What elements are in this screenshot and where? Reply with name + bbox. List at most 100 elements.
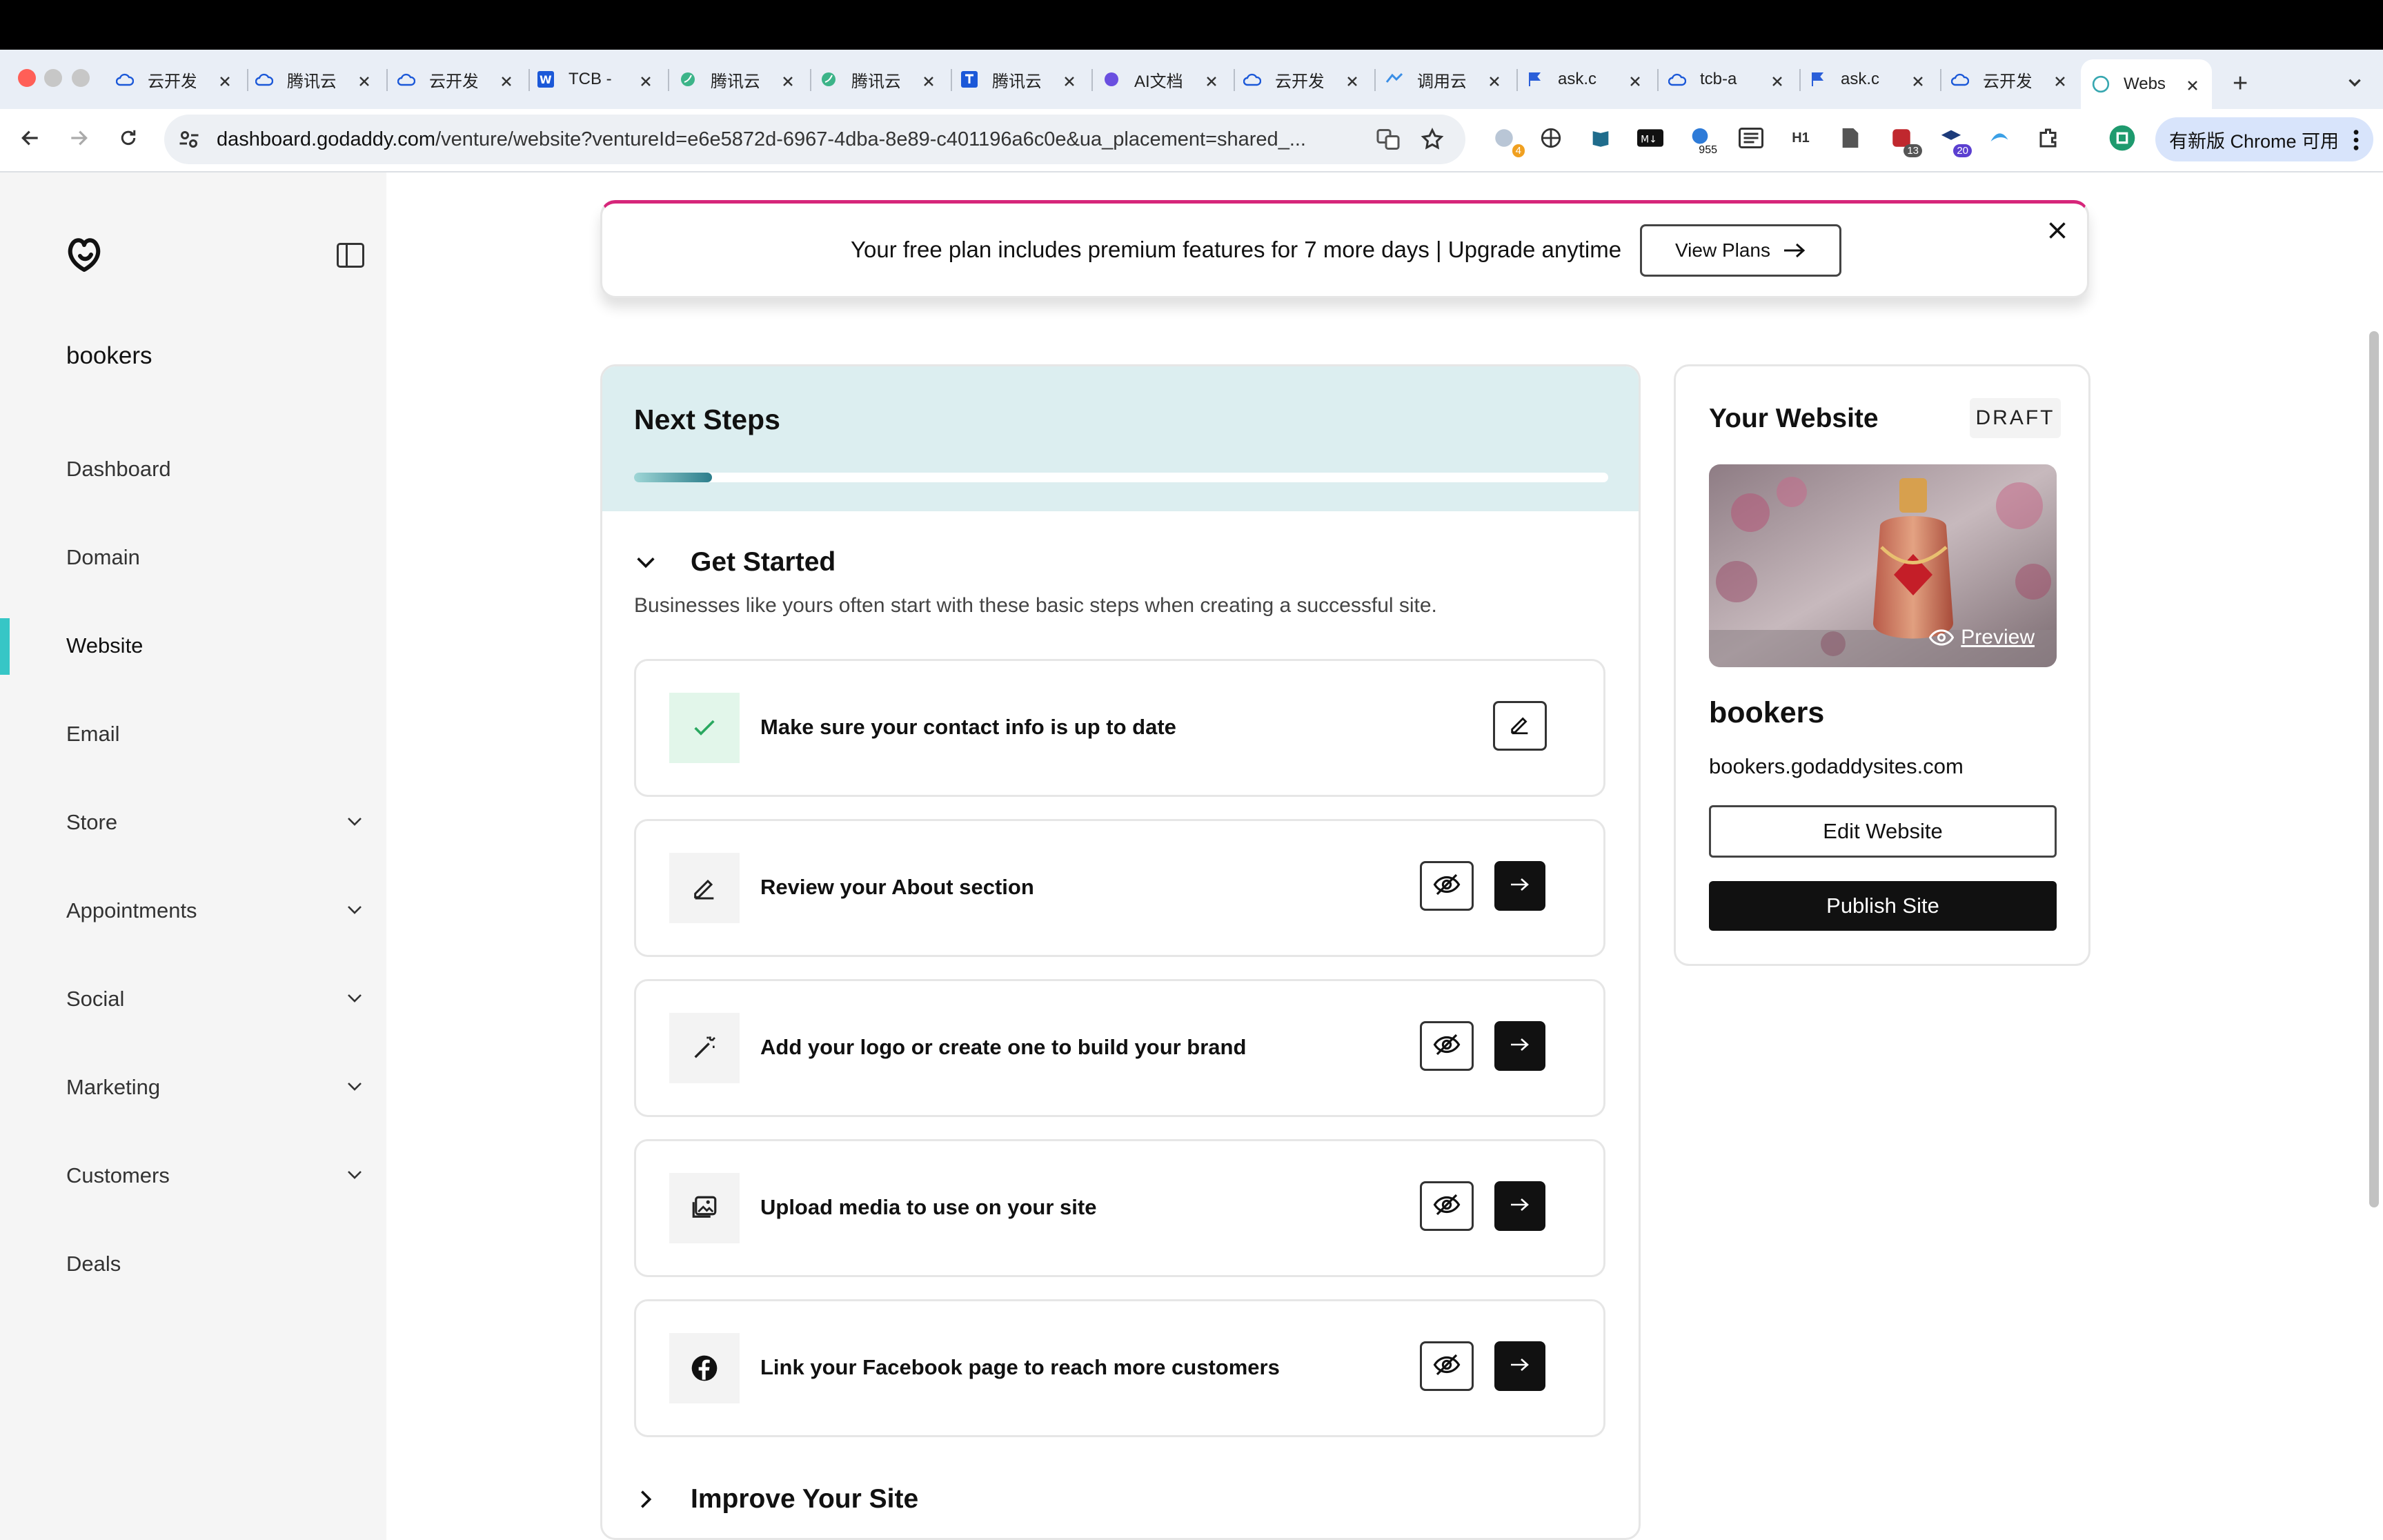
view-plans-button[interactable]: View Plans: [1640, 224, 1841, 277]
close-banner-icon[interactable]: [2048, 216, 2067, 247]
hide-step-button[interactable]: [1420, 1181, 1474, 1231]
site-thumbnail[interactable]: Preview: [1709, 464, 2057, 667]
go-to-step-button[interactable]: [1494, 1341, 1545, 1391]
sidebar-item-domain[interactable]: Domain: [66, 545, 363, 570]
tab-15[interactable]: Webs: [2081, 59, 2212, 109]
more-menu-icon[interactable]: [2353, 128, 2360, 157]
extension-hat-icon[interactable]: 20: [1937, 124, 1972, 157]
bookmark-star-icon[interactable]: [1420, 127, 1445, 155]
extension-book-icon[interactable]: [1587, 124, 1614, 152]
back-icon[interactable]: [15, 123, 46, 153]
close-tab-icon[interactable]: [1205, 72, 1218, 93]
translate-icon[interactable]: [1376, 127, 1401, 155]
step-card[interactable]: Make sure your contact info is up to dat…: [634, 659, 1605, 797]
sidebar-item-email[interactable]: Email: [66, 722, 363, 747]
tab-11[interactable]: ask.c: [1526, 59, 1643, 99]
go-to-step-button[interactable]: [1494, 1181, 1545, 1231]
word-icon: W: [537, 70, 555, 88]
close-tab-icon[interactable]: [500, 72, 513, 93]
close-tab-icon[interactable]: [1062, 72, 1076, 93]
chrome-update-button[interactable]: 有新版 Chrome 可用: [2155, 117, 2373, 161]
sidebar-item-deals[interactable]: Deals: [66, 1252, 363, 1276]
tab-13[interactable]: ask.c: [1809, 59, 1926, 99]
tab-3[interactable]: 云开发: [397, 59, 515, 99]
close-tab-icon[interactable]: [357, 72, 371, 93]
step-card[interactable]: Link your Facebook page to reach more cu…: [634, 1299, 1605, 1437]
tab-list-chevron-icon[interactable]: [2346, 62, 2364, 102]
new-tab-button[interactable]: +: [2233, 63, 2248, 103]
publish-site-button[interactable]: Publish Site: [1709, 881, 2057, 931]
collapse-sidebar-icon[interactable]: [337, 243, 364, 268]
tab-6[interactable]: 腾讯云: [820, 59, 937, 99]
tab-1[interactable]: 云开发: [116, 59, 233, 99]
eye-icon: [1929, 629, 1955, 646]
extension-h1-icon[interactable]: H1: [1787, 124, 1815, 152]
tab-9[interactable]: 云开发: [1243, 59, 1361, 99]
close-tab-icon[interactable]: [1487, 72, 1501, 93]
close-tab-icon[interactable]: [2186, 76, 2199, 97]
tab-7[interactable]: 腾讯云: [960, 59, 1078, 99]
godaddy-logo-icon[interactable]: [62, 231, 106, 275]
check-icon: [669, 693, 740, 763]
step-card[interactable]: Upload media to use on your site: [634, 1139, 1605, 1277]
sidebar-item-appointments[interactable]: Appointments: [66, 898, 363, 923]
preview-link[interactable]: Preview: [1929, 626, 2035, 649]
extension-reader-icon[interactable]: [1737, 124, 1765, 152]
close-tab-icon[interactable]: [1628, 72, 1642, 93]
tab-separator: [810, 69, 811, 91]
close-window-button[interactable]: [18, 69, 36, 87]
extension-cloud-icon[interactable]: 4: [1490, 124, 1525, 157]
improve-site-toggle[interactable]: Improve Your Site: [634, 1484, 918, 1514]
step-card[interactable]: Add your logo or create one to build you…: [634, 979, 1605, 1117]
hide-step-button[interactable]: [1420, 861, 1474, 911]
extensions-puzzle-icon[interactable]: [2035, 124, 2063, 152]
tab-14[interactable]: 云开发: [1951, 59, 2068, 99]
sidebar-item-marketing[interactable]: Marketing: [66, 1075, 363, 1100]
tab-4[interactable]: W TCB -: [537, 59, 654, 99]
close-tab-icon[interactable]: [1770, 72, 1784, 93]
tab-10[interactable]: 调用云: [1385, 59, 1503, 99]
extension-markdown-icon[interactable]: M↓: [1637, 124, 1664, 152]
go-to-step-button[interactable]: [1494, 1021, 1545, 1071]
close-tab-icon[interactable]: [2053, 72, 2067, 93]
edit-step-button[interactable]: [1493, 701, 1547, 751]
tab-8[interactable]: AI文档: [1102, 59, 1220, 99]
hide-step-button[interactable]: [1420, 1021, 1474, 1071]
close-tab-icon[interactable]: [639, 72, 653, 93]
extension-bird-icon[interactable]: [1986, 124, 2013, 152]
go-to-step-button[interactable]: [1494, 861, 1545, 911]
reload-icon[interactable]: [113, 123, 144, 153]
close-tab-icon[interactable]: [1345, 72, 1359, 93]
sidebar-item-website[interactable]: Website: [66, 633, 363, 658]
close-tab-icon[interactable]: [781, 72, 795, 93]
sidebar-item-dashboard[interactable]: Dashboard: [66, 457, 363, 482]
sidebar-item-store[interactable]: Store: [66, 810, 363, 835]
next-steps-header: Next Steps: [602, 366, 1639, 511]
close-tab-icon[interactable]: [218, 72, 232, 93]
profile-avatar-icon[interactable]: [2108, 124, 2136, 152]
address-bar[interactable]: dashboard.godaddy.com/venture/website?ve…: [164, 115, 1465, 164]
extension-red-icon[interactable]: 13: [1888, 124, 1922, 157]
tab-separator: [1799, 69, 1801, 91]
tab-label: AI文档: [1134, 72, 1183, 91]
forward-icon[interactable]: [63, 123, 94, 153]
tab-12[interactable]: tcb-a: [1668, 59, 1786, 99]
edit-website-button[interactable]: Edit Website: [1709, 805, 2057, 858]
close-tab-icon[interactable]: [922, 72, 936, 93]
site-settings-icon[interactable]: [177, 127, 201, 155]
venture-name: bookers: [66, 342, 152, 369]
extension-counter-icon[interactable]: 955: [1686, 124, 1721, 157]
minimize-window-button[interactable]: [44, 69, 62, 87]
sidebar-item-social[interactable]: Social: [66, 987, 363, 1011]
sidebar-item-customers[interactable]: Customers: [66, 1163, 363, 1188]
extension-doc-icon[interactable]: [1837, 124, 1864, 152]
tab-5[interactable]: 腾讯云: [679, 59, 796, 99]
step-card[interactable]: Review your About section: [634, 819, 1605, 957]
hide-step-button[interactable]: [1420, 1341, 1474, 1391]
scrollbar-thumb[interactable]: [2369, 331, 2379, 1207]
extension-pinwheel-icon[interactable]: [1537, 124, 1565, 152]
tab-2[interactable]: 腾讯云: [255, 59, 373, 99]
maximize-window-button[interactable]: [72, 69, 90, 87]
close-tab-icon[interactable]: [1911, 72, 1925, 93]
get-started-toggle[interactable]: Get Started: [634, 547, 835, 578]
